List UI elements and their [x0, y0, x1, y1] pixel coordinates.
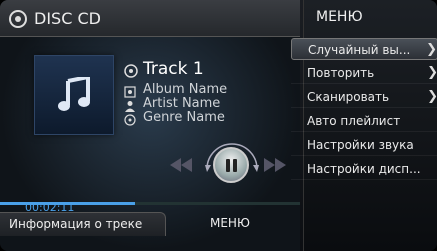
menu-header: МЕНЮ	[316, 9, 363, 25]
chevron-right-icon: ❯	[426, 42, 437, 57]
genre-name: Genre Name	[143, 109, 225, 125]
menu-item-label: Случайный вы...	[308, 43, 411, 57]
menu-item-shuffle[interactable]: Случайный вы... ❯	[291, 38, 437, 60]
music-note-icon	[58, 77, 90, 111]
menu-item-scan[interactable]: Сканировать ❯	[291, 86, 437, 108]
progress-fill	[0, 202, 135, 205]
menu-tab[interactable]: МЕНЮ	[166, 212, 300, 236]
track-info-tab[interactable]: Информация о треке	[0, 212, 166, 236]
bottom-tab-bar: Информация о треке МЕНЮ	[0, 212, 300, 236]
track-row: Track 1	[124, 59, 204, 79]
album-art	[34, 55, 114, 135]
chevron-right-icon: ❯	[427, 65, 437, 80]
menu-item-sound-settings[interactable]: Настройки звука	[291, 134, 437, 156]
menu-item-label: Авто плейлист	[307, 114, 401, 128]
menu-item-repeat[interactable]: Повторить ❯	[291, 62, 437, 84]
progress-bar[interactable]	[0, 202, 300, 205]
menu-item-label: Настройки звука	[307, 138, 414, 152]
track-title: Track 1	[143, 59, 204, 79]
player-panel: DISC CD Track 1 Album Name Artist Name G…	[0, 0, 300, 251]
genre-row: Genre Name	[124, 108, 225, 126]
fast-forward-icon[interactable]	[264, 158, 286, 172]
screen: DISC CD Track 1 Album Name Artist Name G…	[0, 0, 437, 251]
genre-icon	[124, 111, 136, 126]
chevron-right-icon: ❯	[427, 89, 437, 104]
menu-item-label: Повторить	[307, 66, 375, 80]
menu-item-label: Настройки дисп...	[307, 162, 421, 176]
disc-track-icon	[124, 63, 138, 78]
menu-item-display-settings[interactable]: Настройки дисп...	[291, 158, 437, 180]
rewind-icon[interactable]	[170, 158, 192, 172]
menu-item-auto-playlist[interactable]: Авто плейлист	[291, 110, 437, 132]
source-title-bar: DISC CD	[0, 0, 300, 37]
menu-item-label: Сканировать	[307, 90, 390, 104]
source-title: DISC CD	[34, 9, 101, 28]
pause-button[interactable]	[213, 147, 249, 183]
menu-panel: МЕНЮ Случайный вы... ❯ Повторить ❯ Скани…	[291, 0, 437, 251]
disc-icon	[9, 10, 27, 28]
